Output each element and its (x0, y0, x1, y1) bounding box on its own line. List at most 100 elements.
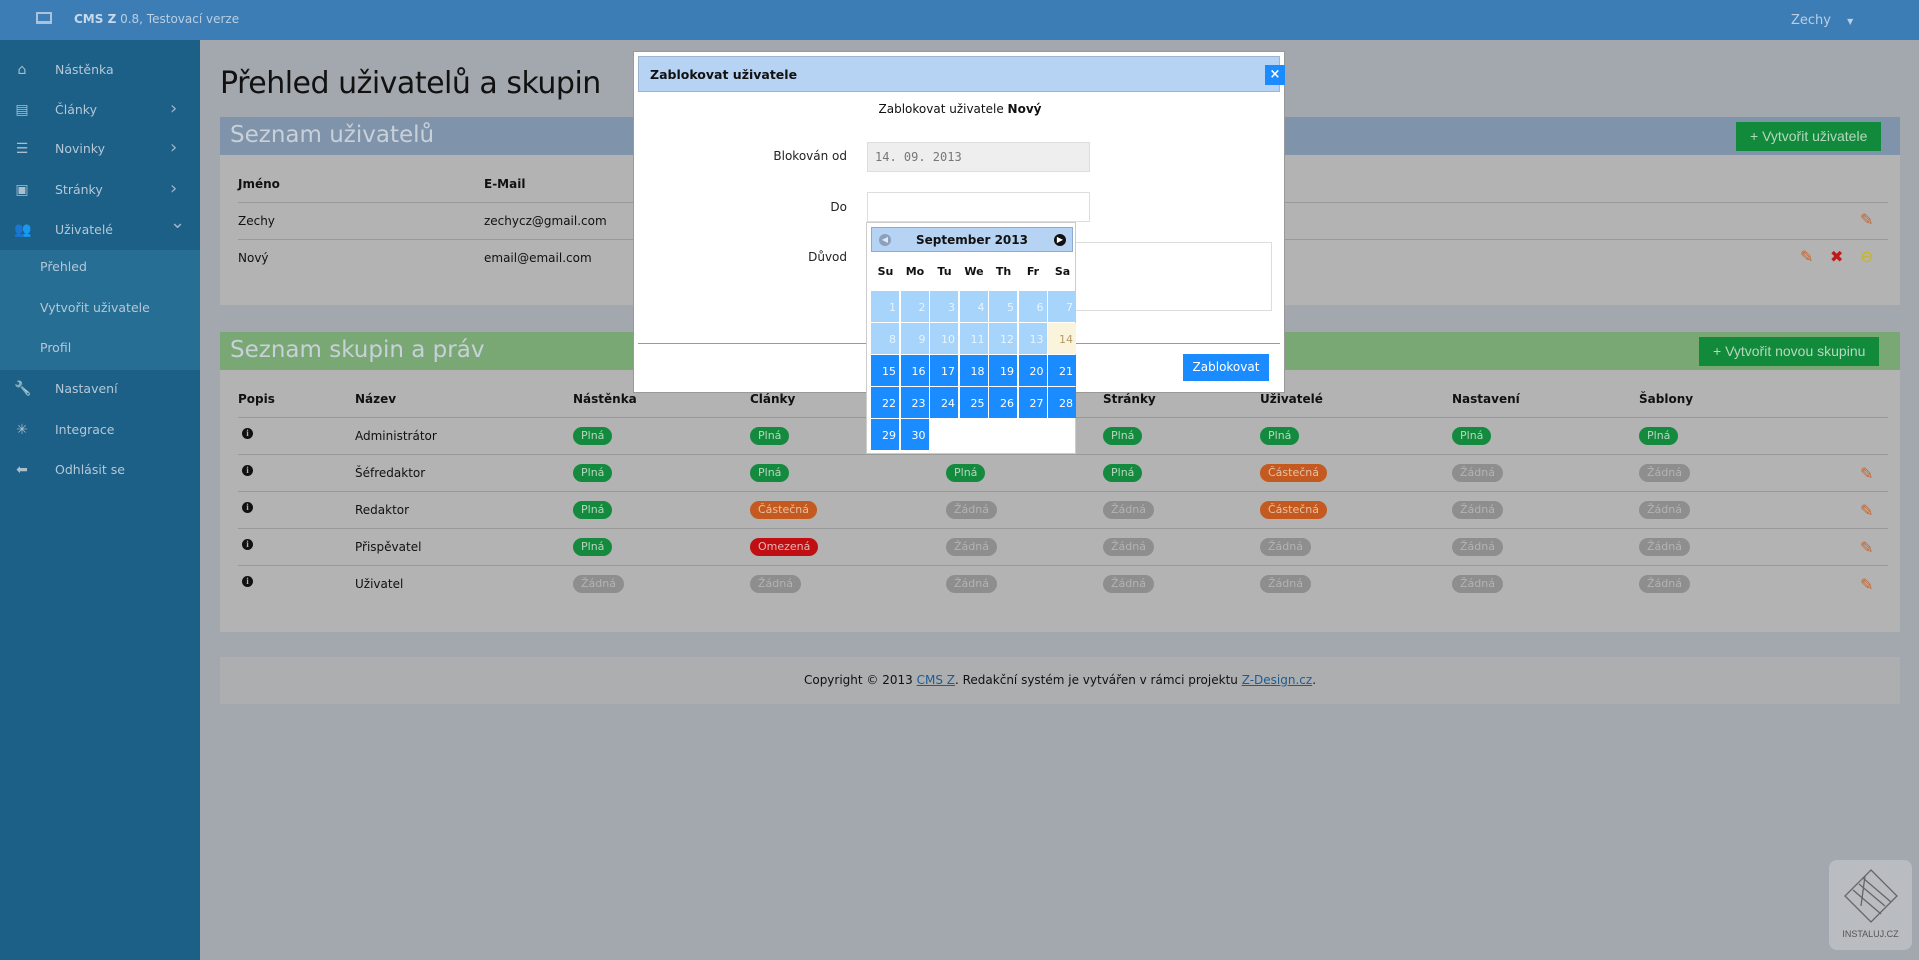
page-title: Přehled uživatelů a skupin (220, 66, 601, 101)
dialog-intro: Zablokovat uživatele Nový (634, 102, 1286, 116)
sidebar-item-2[interactable]: ☰ Novinky › (0, 129, 200, 169)
weekday-header: Mo (905, 265, 925, 278)
calendar-day: 2 (900, 291, 929, 322)
calendar-day: 4 (959, 291, 988, 322)
sidebar-item-5[interactable]: 🔧 Nastavení (0, 369, 200, 409)
calendar-day[interactable]: 20 (1018, 355, 1047, 386)
sidebar-subitem[interactable]: Přehled (40, 259, 87, 274)
info-icon[interactable]: i (242, 576, 253, 587)
intro-text: Zablokovat uživatele (878, 102, 1008, 116)
calendar-day: 9 (900, 323, 929, 354)
block-icon[interactable]: ⊖ (1860, 247, 1873, 266)
reason-label: Důvod (808, 250, 847, 264)
calendar-day[interactable]: 15 (871, 355, 899, 386)
sidebar-item-6[interactable]: ✳ Integrace (0, 410, 200, 450)
groups-col-header: Popis (238, 392, 275, 406)
sidebar-item-0[interactable]: ⌂ Nástěnka (0, 50, 200, 90)
sidebar-item-1[interactable]: ▤ Články › (0, 90, 200, 130)
info-icon[interactable]: i (242, 502, 253, 513)
sidebar-subitem[interactable]: Profil (40, 340, 71, 355)
calendar-day[interactable]: 29 (871, 419, 899, 450)
sidebar-subitem[interactable]: Vytvořit uživatele (40, 300, 150, 315)
permission-badge: Žádná (1260, 538, 1311, 556)
home-icon: ⌂ (17, 62, 27, 78)
permission-badge: Částečná (1260, 464, 1327, 482)
sidebar-item-3[interactable]: ▣ Stránky › (0, 170, 200, 210)
calendar-day[interactable]: 25 (959, 387, 988, 418)
from-label: Blokován od (773, 149, 847, 163)
calendar-day[interactable]: 24 (930, 387, 958, 418)
edit-icon[interactable]: ✎ (1860, 501, 1873, 520)
edit-icon[interactable]: ✎ (1860, 538, 1873, 557)
sidebar-item-label: Integrace (55, 422, 115, 437)
info-icon[interactable]: i (242, 428, 253, 439)
create-user-button[interactable]: + Vytvořit uživatele (1736, 122, 1882, 151)
weekday-header: Tu (937, 265, 952, 278)
zdesign-link[interactable]: Z-Design.cz (1242, 673, 1312, 687)
next-month-icon[interactable]: ▶ (1054, 234, 1066, 246)
permission-badge: Plná (1103, 427, 1143, 445)
info-icon[interactable]: i (242, 465, 253, 476)
edit-icon[interactable]: ✎ (1860, 210, 1873, 229)
calendar-day: 5 (989, 291, 1017, 322)
sidebar-item-4[interactable]: 👥 Uživatelé ⌄ (0, 210, 200, 250)
app-title: CMS Z 0.8, Testovací verze (74, 12, 240, 26)
calendar-day[interactable]: 26 (989, 387, 1017, 418)
permission-badge: Žádná (1452, 538, 1503, 556)
edit-icon[interactable]: ✎ (1860, 575, 1873, 594)
permission-badge: Žádná (1452, 501, 1503, 519)
user-name: Zechy (238, 214, 275, 228)
watermark-logo: INSTALUJ.CZ (1829, 860, 1912, 950)
calendar-day[interactable]: 16 (900, 355, 929, 386)
arrow-left-icon: ⬅ (16, 462, 28, 478)
monitor-icon (36, 12, 52, 24)
calendar-day: 11 (959, 323, 988, 354)
close-icon[interactable]: × (1265, 65, 1285, 85)
user-menu[interactable]: Zechy ▼ (1791, 13, 1853, 28)
page-icon: ▣ (15, 182, 29, 198)
sidebar-item-label: Nástěnka (55, 62, 114, 77)
info-icon[interactable]: i (242, 539, 253, 550)
permission-badge: Plná (573, 501, 613, 519)
cms-link[interactable]: CMS Z (917, 673, 955, 687)
calendar-day[interactable]: 21 (1048, 355, 1076, 386)
permission-badge: Žádná (1103, 538, 1154, 556)
sidebar-item-label: Uživatelé (55, 222, 113, 237)
top-bar: CMS Z 0.8, Testovací verze Zechy ▼ (0, 0, 1919, 40)
user-name: Nový (238, 251, 269, 265)
groups-col-header: Nastavení (1452, 392, 1520, 406)
datepicker-header: ◀ September 2013 ▶ (871, 227, 1073, 252)
create-group-button[interactable]: + Vytvořit novou skupinu (1699, 337, 1880, 366)
from-date-input[interactable]: 14. 09. 2013 (867, 142, 1090, 172)
permission-badge: Žádná (1452, 464, 1503, 482)
permission-badge: Žádná (946, 575, 997, 593)
calendar-day[interactable]: 17 (930, 355, 958, 386)
calendar-day: 12 (989, 323, 1017, 354)
calendar-day[interactable]: 28 (1048, 387, 1076, 418)
groups-col-header: Nástěnka (573, 392, 637, 406)
users-icon: 👥 (14, 222, 32, 238)
permission-badge: Žádná (750, 575, 801, 593)
sidebar-item-label: Novinky (55, 141, 105, 156)
chevron-down-icon: ⌄ (170, 212, 186, 233)
users-panel-title: Seznam uživatelů (230, 122, 435, 148)
calendar-day[interactable]: 22 (871, 387, 899, 418)
calendar-day[interactable]: 30 (900, 419, 929, 450)
row-divider (238, 491, 1888, 492)
calendar-day[interactable]: 27 (1018, 387, 1047, 418)
calendar-day[interactable]: 18 (959, 355, 988, 386)
calendar-day[interactable]: 19 (989, 355, 1017, 386)
edit-icon[interactable]: ✎ (1860, 464, 1873, 483)
edit-icon[interactable]: ✎ (1800, 247, 1813, 266)
sidebar-item-label: Články (55, 102, 97, 117)
sidebar-item-7[interactable]: ⬅ Odhlásit se (0, 450, 200, 490)
footer-text: . (1312, 673, 1317, 687)
delete-icon[interactable]: ✖ (1830, 247, 1843, 266)
permission-badge: Žádná (1103, 501, 1154, 519)
to-date-input[interactable] (867, 192, 1090, 222)
block-submit-button[interactable]: Zablokovat (1183, 354, 1269, 381)
users-col-header: Jméno (238, 177, 280, 191)
permission-badge: Žádná (1639, 464, 1690, 482)
calendar-day: 10 (930, 323, 958, 354)
calendar-day[interactable]: 23 (900, 387, 929, 418)
